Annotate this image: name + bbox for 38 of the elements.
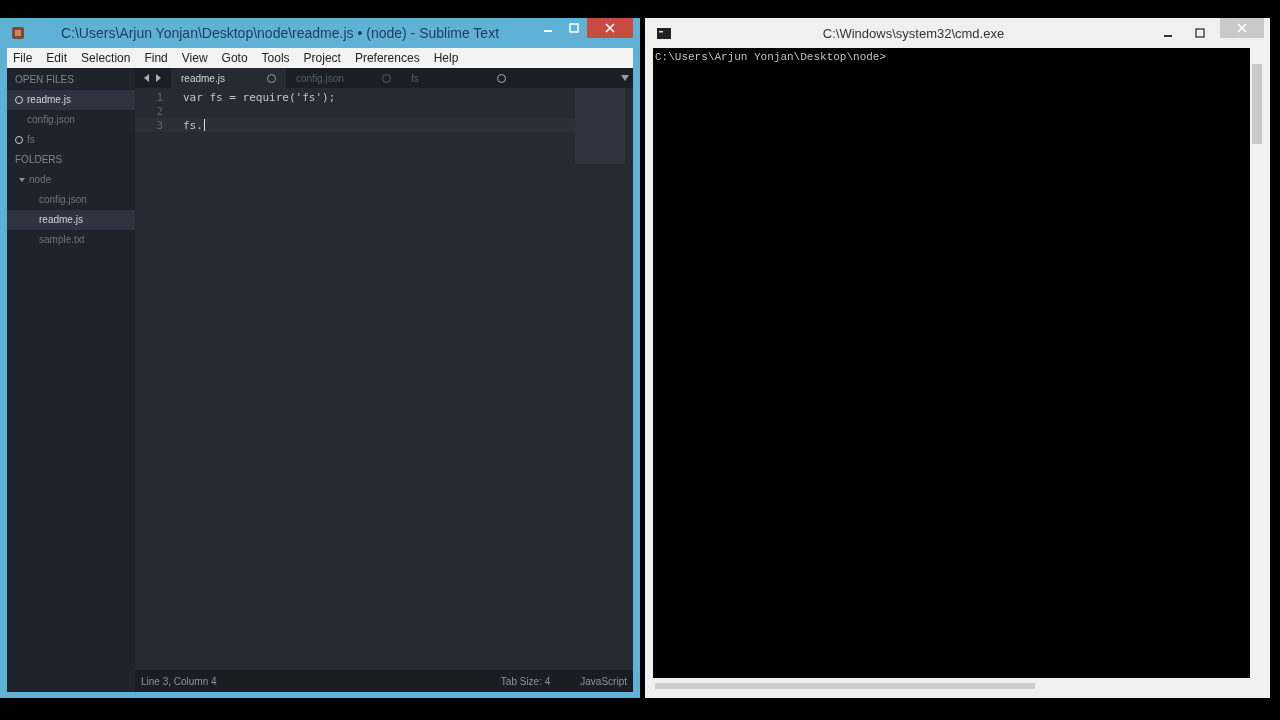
terminal[interactable]: C:\Users\Arjun Yonjan\Desktop\node> [653,48,1250,678]
minimize-icon [544,30,552,32]
console-icon [657,27,671,39]
app-icon [11,26,25,40]
menu-item[interactable]: Project [303,51,341,65]
status-text[interactable]: JavaScript [580,675,627,687]
sidebar-heading: OPEN FILES [14,73,75,87]
close-icon [605,23,615,33]
close-icon [1237,23,1247,33]
maximize-icon [1195,28,1205,38]
tree-entry[interactable]: readme.js [7,210,135,230]
menu-item[interactable]: Preferences [354,51,420,65]
menu-item[interactable]: File [13,51,33,65]
prompt-text: C:\Users\Arjun Yonjan\Desktop\node> [655,51,887,63]
disclosure-icon[interactable] [19,177,25,183]
line-number: 1 [155,90,163,104]
menu-item[interactable]: View [181,51,208,65]
minimize-icon [1164,35,1172,37]
open-file-item[interactable]: readme.js [7,90,135,110]
menu-item[interactable]: Edit [46,51,68,65]
close-button[interactable] [587,18,633,38]
status-text[interactable]: Tab Size: 4 [500,675,551,687]
menu-item[interactable]: Help [433,51,459,65]
menu-item[interactable]: Tools [261,51,290,65]
code-line: var fs = require('fs'); [183,90,336,104]
close-button[interactable] [1220,18,1264,38]
menu-item[interactable]: Goto [221,51,248,65]
file-tab[interactable]: readme.js [171,68,286,88]
maximize-icon [569,23,579,33]
window-title: C:\Windows\system32\cmd.exe [821,25,1006,41]
menu-item[interactable]: Find [144,51,168,65]
code-line: fs. [183,118,203,132]
window-title: C:\Users\Arjun Yonjan\Desktop\node\readme.js • (node) - Sublime Text [59,25,501,41]
line-number: 2 [155,104,163,118]
text-cursor [203,119,205,131]
sidebar-heading: FOLDERS [14,153,64,167]
status-text: Line 3, Column 4 [141,675,217,687]
menu-item[interactable]: Selection [81,51,131,65]
